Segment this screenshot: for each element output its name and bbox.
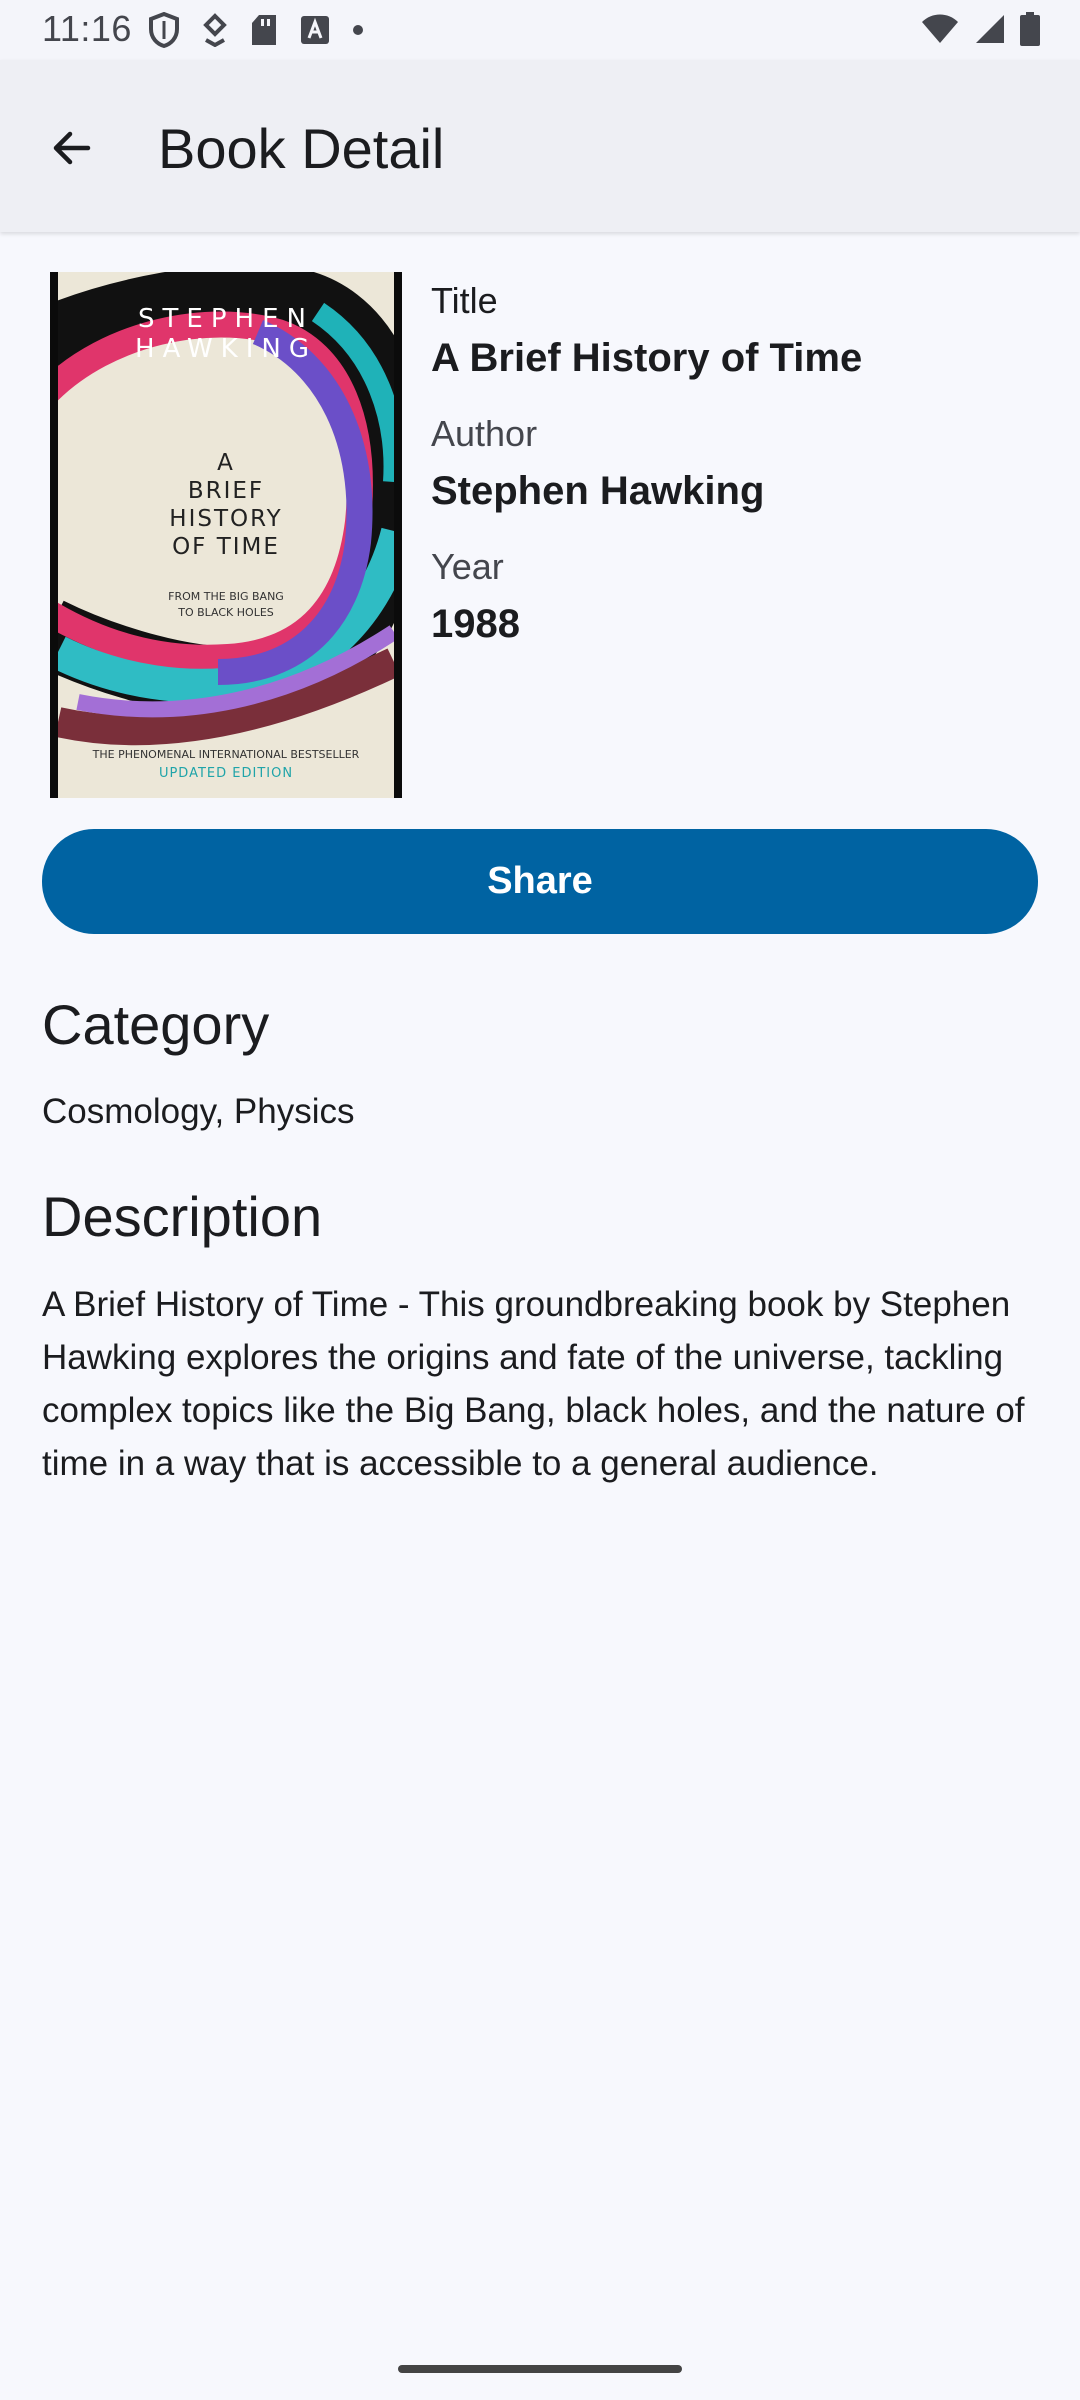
- cover-subtitle-line1: FROM THE BIG BANG: [168, 590, 284, 603]
- page-title: Book Detail: [158, 117, 445, 180]
- cover-title-line3: HISTORY: [169, 506, 283, 532]
- top-app-bar: Book Detail: [0, 60, 1080, 232]
- sd-card-icon: [250, 13, 278, 47]
- cover-author-line2: HAWKING: [135, 334, 317, 364]
- cover-footer: THE PHENOMENAL INTERNATIONAL BESTSELLER: [92, 748, 360, 761]
- book-author: Stephen Hawking: [431, 469, 765, 513]
- arrow-back-icon: [48, 124, 96, 177]
- wifi-icon: [920, 13, 960, 45]
- home-indicator[interactable]: [398, 2365, 682, 2373]
- status-icons-left: [148, 12, 364, 48]
- book-cover-image: STEPHEN HAWKING A BRIEF HISTORY OF TIME …: [50, 272, 402, 798]
- description-text: A Brief History of Time - This groundbre…: [42, 1285, 1025, 1483]
- a-box-icon: [300, 15, 330, 45]
- category-value: Cosmology, Physics: [42, 1092, 355, 1131]
- book-year: 1988: [431, 602, 520, 646]
- category-heading: Category: [42, 993, 270, 1056]
- signal-icon: [974, 13, 1006, 45]
- battery-icon: [1020, 12, 1040, 46]
- title-label: Title: [431, 280, 498, 321]
- cover-edition: UPDATED EDITION: [158, 766, 294, 781]
- year-label: Year: [431, 546, 504, 587]
- book-cover-art: STEPHEN HAWKING A BRIEF HISTORY OF TIME …: [58, 272, 394, 798]
- cover-title-line4: OF TIME: [172, 534, 280, 560]
- cover-title-line2: BRIEF: [187, 478, 265, 504]
- status-time: 11:16: [42, 8, 132, 49]
- dot-icon: [352, 24, 364, 36]
- cover-author-line1: STEPHEN: [138, 304, 314, 334]
- author-label: Author: [431, 413, 538, 454]
- back-button[interactable]: [32, 110, 112, 190]
- description-heading: Description: [42, 1185, 323, 1248]
- book-info: Title A Brief History of Time Author Ste…: [431, 272, 1051, 647]
- download-arrow-icon: [202, 13, 228, 47]
- cover-title-line1: A: [217, 450, 235, 476]
- shield-icon: [148, 12, 180, 48]
- status-icons-right: [920, 12, 1040, 46]
- status-bar: 11:16: [0, 0, 1080, 60]
- share-button[interactable]: Share: [42, 829, 1038, 934]
- book-title: A Brief History of Time: [431, 336, 863, 380]
- cover-subtitle-line2: TO BLACK HOLES: [178, 606, 274, 619]
